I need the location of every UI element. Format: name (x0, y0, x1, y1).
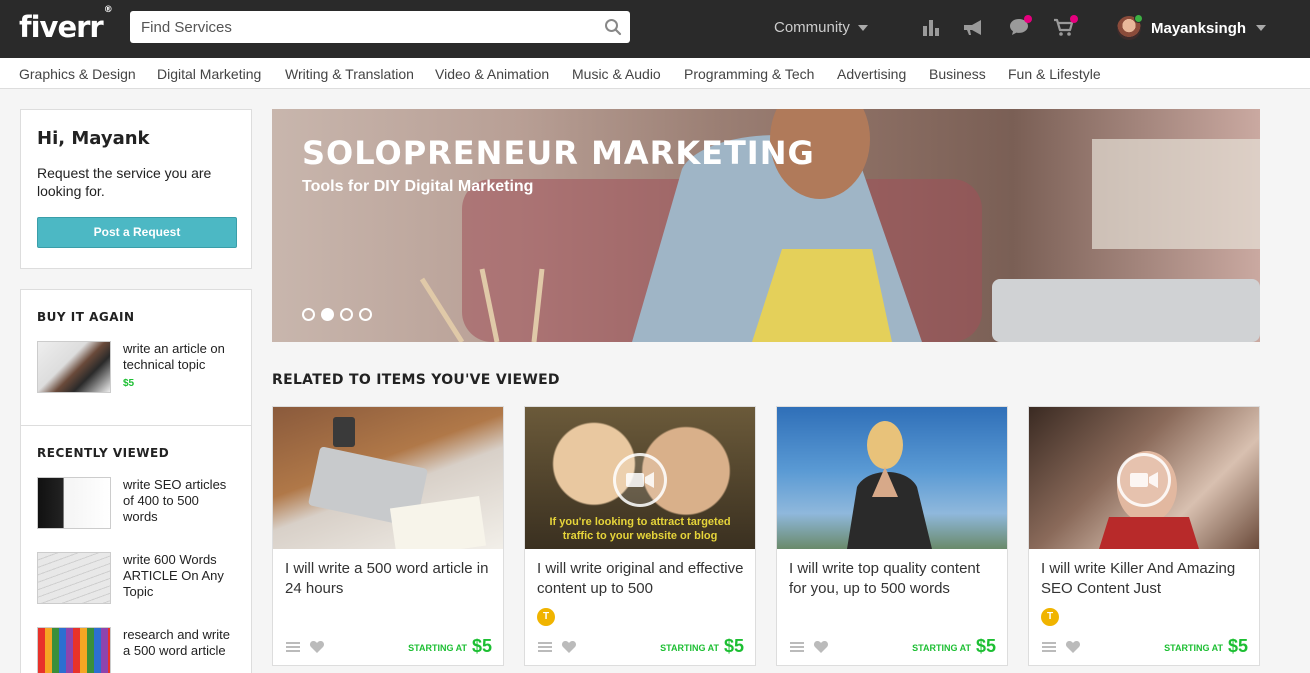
collections-icon[interactable] (285, 639, 301, 655)
category-fun-lifestyle[interactable]: Fun & Lifestyle (1008, 66, 1101, 82)
gig-price: $5 (1227, 636, 1248, 656)
analytics-icon[interactable] (919, 15, 943, 39)
gig-card[interactable]: I will write Killer And Amazing SEO Cont… (1028, 406, 1260, 666)
request-prompt: Request the service you are looking for. (37, 165, 212, 199)
community-label: Community (774, 19, 850, 36)
gig-thumbnail (37, 627, 111, 673)
heart-icon[interactable] (309, 639, 325, 655)
carousel-dot[interactable] (340, 308, 353, 321)
category-business[interactable]: Business (929, 66, 986, 82)
gig-image: If you're looking to attract targeted tr… (525, 407, 755, 549)
search-box (130, 11, 630, 43)
gig-price: $5 (723, 636, 744, 656)
carousel-dot-active[interactable] (321, 308, 334, 321)
gig-price: $5 (471, 636, 492, 656)
related-heading: RELATED TO ITEMS YOU'VE VIEWED (272, 372, 560, 388)
collections-icon[interactable] (789, 639, 805, 655)
video-play-icon[interactable] (613, 453, 667, 507)
gig-image (273, 407, 503, 549)
gig-card[interactable]: I will write top quality content for you… (776, 406, 1008, 666)
greeting-panel: Hi, Mayank Request the service you are l… (20, 109, 252, 269)
category-graphics-design[interactable]: Graphics & Design (19, 66, 136, 82)
gig-thumbnail (37, 341, 111, 393)
post-request-button[interactable]: Post a Request (37, 217, 237, 248)
greeting-title: Hi, Mayank (37, 128, 150, 149)
hero-banner[interactable]: SOLOPRENEUR MARKETING Tools for DIY Digi… (272, 109, 1260, 342)
starting-at-label: STARTING AT (1164, 643, 1223, 653)
chevron-down-icon (857, 25, 868, 32)
recently-viewed-title: write SEO articles of 400 to 500 words (123, 477, 227, 524)
heart-icon[interactable] (561, 639, 577, 655)
gig-thumbnail (37, 552, 111, 604)
category-programming-tech[interactable]: Programming & Tech (684, 66, 814, 82)
recently-viewed-item[interactable]: write SEO articles of 400 to 500 words (37, 477, 237, 533)
category-video-animation[interactable]: Video & Animation (435, 66, 549, 82)
starting-at-label: STARTING AT (912, 643, 971, 653)
gig-title: I will write original and effective cont… (537, 560, 744, 597)
inbox-notification-dot (1024, 15, 1032, 23)
cart-notification-dot (1070, 15, 1078, 23)
gig-title: I will write Killer And Amazing SEO Cont… (1041, 560, 1236, 597)
starting-at-label: STARTING AT (408, 643, 467, 653)
buy-again-title: write an article on technical topic (123, 341, 225, 372)
collections-icon[interactable] (537, 639, 553, 655)
buy-again-heading: BUY IT AGAIN (37, 310, 135, 324)
collections-icon[interactable] (1041, 639, 1057, 655)
gig-title: I will write a 500 word article in 24 ho… (285, 560, 489, 597)
top-rated-badge-icon: T (537, 608, 555, 626)
recently-viewed-item[interactable]: research and write a 500 word article (37, 627, 237, 673)
avatar (1117, 14, 1143, 40)
category-writing-translation[interactable]: Writing & Translation (285, 66, 414, 82)
recently-viewed-title: write 600 Words ARTICLE On Any Topic (123, 552, 224, 599)
gig-title: I will write top quality content for you… (789, 560, 980, 597)
buy-again-price: $5 (123, 378, 135, 389)
fiverr-logo[interactable]: fiverr® (19, 5, 113, 44)
carousel-dot[interactable] (302, 308, 315, 321)
gig-price: $5 (975, 636, 996, 656)
search-icon[interactable] (604, 18, 622, 36)
heart-icon[interactable] (813, 639, 829, 655)
chevron-down-icon (1256, 25, 1267, 31)
gig-thumbnail (37, 477, 111, 529)
gig-card[interactable]: If you're looking to attract targeted tr… (524, 406, 756, 666)
carousel-pager (302, 308, 372, 321)
buy-again-item[interactable]: write an article on technical topic $5 (37, 341, 237, 397)
recently-viewed-heading: RECENTLY VIEWED (37, 446, 170, 460)
category-digital-marketing[interactable]: Digital Marketing (157, 66, 261, 82)
starting-at-label: STARTING AT (660, 643, 719, 653)
category-advertising[interactable]: Advertising (837, 66, 906, 82)
recently-viewed-item[interactable]: write 600 Words ARTICLE On Any Topic (37, 552, 237, 608)
gig-image (777, 407, 1007, 549)
megaphone-icon[interactable] (961, 15, 985, 39)
gig-card[interactable]: I will write a 500 word article in 24 ho… (272, 406, 504, 666)
carousel-dot[interactable] (359, 308, 372, 321)
hero-title: SOLOPRENEUR MARKETING (302, 134, 815, 172)
community-menu[interactable]: Community (774, 19, 868, 36)
video-caption: If you're looking to attract targeted tr… (549, 516, 731, 542)
history-panel: BUY IT AGAIN write an article on technic… (20, 289, 252, 673)
category-music-audio[interactable]: Music & Audio (572, 66, 661, 82)
user-menu[interactable]: Mayanksingh (1117, 14, 1267, 41)
gig-image (1029, 407, 1259, 549)
video-play-icon[interactable] (1117, 453, 1171, 507)
search-input[interactable] (130, 11, 600, 43)
heart-icon[interactable] (1065, 639, 1081, 655)
divider (21, 425, 251, 426)
top-navigation-bar: fiverr® Community Mayanksingh (0, 0, 1310, 58)
recently-viewed-title: research and write a 500 word article (123, 627, 230, 658)
username: Mayanksingh (1151, 19, 1247, 37)
top-rated-badge-icon: T (1041, 608, 1059, 626)
hero-subtitle: Tools for DIY Digital Marketing (302, 178, 534, 195)
online-status-icon (1134, 14, 1143, 23)
category-bar: Graphics & Design Digital Marketing Writ… (0, 58, 1310, 89)
